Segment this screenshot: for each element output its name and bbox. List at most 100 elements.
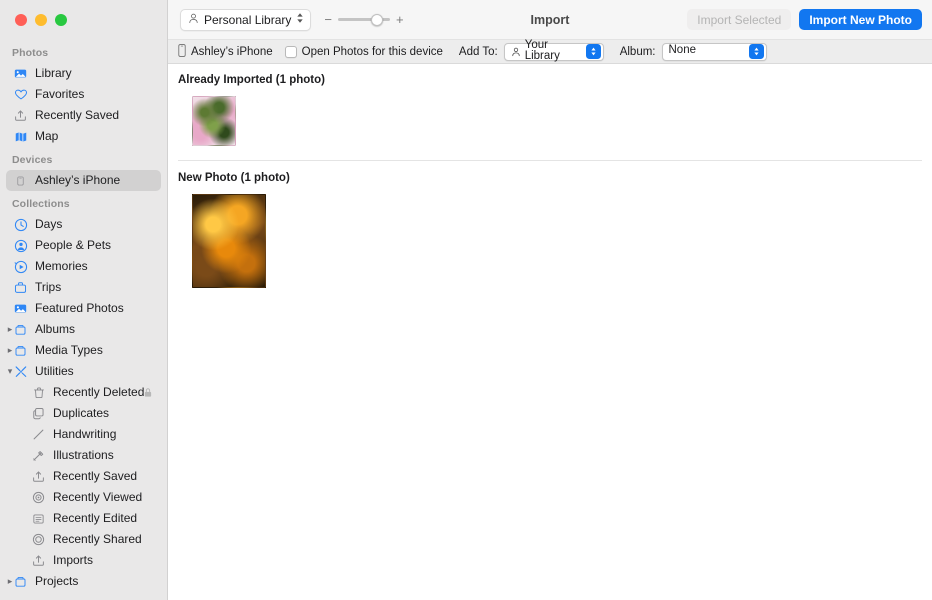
album-value: None [668, 44, 697, 57]
zoom-slider-knob[interactable] [370, 13, 383, 26]
sidebar-item-people-pets[interactable]: People & Pets [6, 235, 161, 256]
sidebar-item-label: People & Pets [35, 238, 112, 252]
recently-shared-icon [30, 532, 47, 547]
sidebar-item-media-types[interactable]: ▸ Media Types [6, 340, 161, 361]
sidebar-item-recently-deleted[interactable]: Recently Deleted [6, 382, 161, 403]
sidebar-item-label: Recently Shared [53, 532, 142, 546]
sidebar-item-label: Projects [35, 574, 79, 588]
pink-flowers-photo[interactable] [192, 96, 236, 146]
sidebar-item-imports[interactable]: Imports [6, 550, 161, 571]
sidebar-item-recently-shared[interactable]: Recently Shared [6, 529, 161, 550]
sidebar-item-label: Map [35, 129, 59, 143]
chevron-updown-icon[interactable] [748, 44, 764, 59]
person-circle-icon [12, 238, 29, 253]
sidebar-item-recently-viewed[interactable]: Recently Viewed [6, 487, 161, 508]
import-selected-button[interactable]: Import Selected [687, 9, 792, 30]
sidebar-item-label: Library [35, 66, 72, 80]
library-popup-label: Personal Library [204, 12, 292, 27]
sidebar-item-ashley-s-iphone[interactable]: Ashley’s iPhone [6, 170, 161, 191]
sidebar-section-header: Collections [12, 198, 70, 210]
toolbar: Personal Library − + Import Import Selec… [168, 0, 932, 40]
photo-grid [168, 96, 932, 146]
sidebar-item-handwriting[interactable]: Handwriting [6, 424, 161, 445]
library-popup-button[interactable]: Personal Library [180, 8, 312, 31]
sidebar-item-label: Ashley’s iPhone [35, 173, 121, 187]
sidebar-item-library[interactable]: Library [6, 63, 161, 84]
photo-group-title: Already Imported (1 photo) [178, 74, 325, 86]
sidebar-item-label: Illustrations [53, 448, 114, 462]
sidebar-item-label: Recently Saved [53, 469, 138, 483]
window-controls [0, 0, 167, 40]
trash-icon [30, 385, 47, 400]
sidebar-item-favorites[interactable]: Favorites [6, 84, 161, 105]
sidebar-item-days[interactable]: Days [6, 214, 161, 235]
illustrations-icon [30, 448, 47, 463]
person-icon [511, 47, 521, 57]
sidebar-item-featured-photos[interactable]: Featured Photos [6, 298, 161, 319]
minimize-icon[interactable] [35, 14, 47, 26]
map-icon [12, 129, 29, 144]
add-to-popup[interactable]: Your Library [503, 39, 604, 62]
sidebar-item-label: Memories [35, 259, 88, 273]
sidebar-item-label: Trips [35, 280, 62, 294]
sidebar-item-recently-saved[interactable]: Recently Saved [6, 105, 161, 126]
open-photos-checkbox[interactable] [284, 45, 297, 58]
sidebar: Photos Library Favorites Recently Saved M… [0, 0, 168, 600]
toolbar-actions: Import Selected Import New Photo [687, 9, 922, 30]
orange-flowers-photo[interactable] [192, 194, 266, 288]
duplicates-icon [30, 406, 47, 421]
album-label: Album: [619, 45, 656, 58]
chevron-updown-icon[interactable] [585, 44, 601, 59]
iphone-icon [178, 43, 186, 60]
sidebar-item-memories[interactable]: Memories [6, 256, 161, 277]
iphone-icon [12, 173, 29, 188]
sidebar-item-projects[interactable]: ▸ Projects [6, 571, 161, 592]
sidebar-item-label: Featured Photos [35, 301, 124, 315]
chevron-right-icon[interactable]: ▸ [4, 577, 16, 586]
photo-grid [168, 194, 932, 288]
clock-icon [12, 217, 29, 232]
sidebar-item-label: Media Types [35, 343, 103, 357]
import-new-photo-button[interactable]: Import New Photo [799, 9, 922, 30]
sidebar-scroll-area[interactable]: Photos Library Favorites Recently Saved M… [0, 40, 167, 600]
thumbnail-zoom-control[interactable]: − + [324, 13, 403, 27]
zoom-icon[interactable] [55, 14, 67, 26]
album-popup[interactable]: None [661, 42, 767, 61]
heart-icon [12, 87, 29, 102]
sidebar-item-duplicates[interactable]: Duplicates [6, 403, 161, 424]
sidebar-item-map[interactable]: Map [6, 126, 161, 147]
sidebar-item-utilities[interactable]: ▾ Utilities [6, 361, 161, 382]
chevron-down-icon[interactable]: ▾ [4, 367, 16, 376]
photo-group: New Photo (1 photo) [168, 161, 932, 288]
zoom-in-icon[interactable]: + [396, 13, 404, 26]
sidebar-item-label: Duplicates [53, 406, 110, 420]
sidebar-item-recently-edited[interactable]: Recently Edited [6, 508, 161, 529]
sidebar-item-albums[interactable]: ▸ Albums [6, 319, 161, 340]
sidebar-item-label: Favorites [35, 87, 85, 101]
sidebar-item-trips[interactable]: Trips [6, 277, 161, 298]
sidebar-item-label: Recently Deleted [53, 385, 145, 399]
library-icon [12, 66, 29, 81]
sidebar-item-label: Utilities [35, 364, 74, 378]
tray-arrow-up-icon [30, 553, 47, 568]
sidebar-item-recently-saved[interactable]: Recently Saved [6, 466, 161, 487]
sidebar-section-header: Photos [12, 47, 49, 59]
sidebar-item-label: Recently Edited [53, 511, 138, 525]
main-area: Personal Library − + Import Import Selec… [168, 0, 932, 600]
chevron-right-icon[interactable]: ▸ [4, 325, 16, 334]
close-icon[interactable] [15, 14, 27, 26]
sidebar-item-illustrations[interactable]: Illustrations [6, 445, 161, 466]
sidebar-item-label: Recently Saved [35, 108, 120, 122]
tray-arrow-up-icon [30, 469, 47, 484]
sidebar-item-label: Days [35, 217, 63, 231]
handwriting-pen-icon [30, 427, 47, 442]
recently-viewed-icon [30, 490, 47, 505]
import-content: Already Imported (1 photo) New Photo (1 p… [168, 64, 932, 600]
zoom-out-icon[interactable]: − [324, 13, 332, 26]
zoom-slider[interactable] [337, 13, 390, 27]
import-options-bar: Ashley’s iPhone Open Photos for this dev… [168, 39, 932, 64]
tray-arrow-up-icon [12, 108, 29, 123]
add-to-label: Add To: [458, 45, 498, 58]
sidebar-item-label: Imports [53, 553, 94, 567]
chevron-right-icon[interactable]: ▸ [4, 346, 16, 355]
